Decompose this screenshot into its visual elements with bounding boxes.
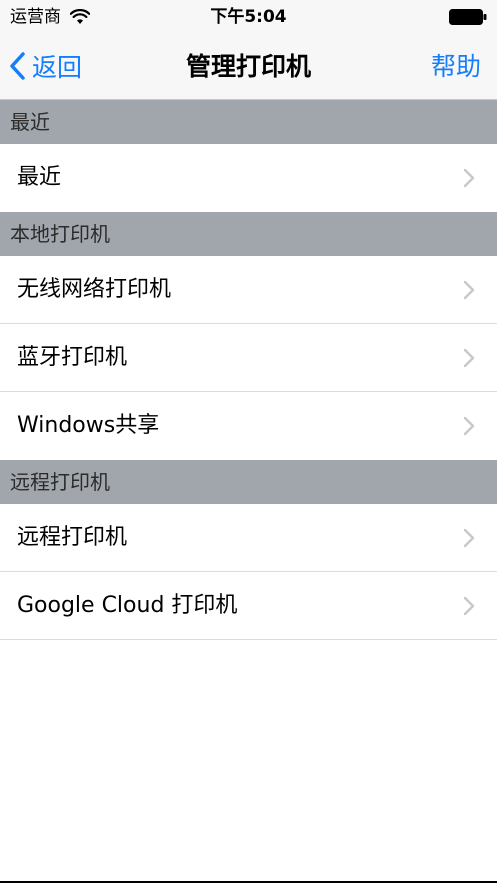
chevron-right-icon: [463, 416, 475, 436]
section-header-recent: 最近: [0, 100, 497, 144]
list-item-bluetooth-printer[interactable]: 蓝牙打印机: [0, 324, 497, 392]
printer-list: 最近 最近 本地打印机 无线网络打印机 蓝牙打印机 Windows共享 远程打印…: [0, 100, 497, 640]
list-item-label: Windows共享: [17, 413, 160, 438]
list-item-recent[interactable]: 最近: [0, 144, 497, 212]
list-item-label: 远程打印机: [17, 525, 128, 550]
list-item-label: Google Cloud 打印机: [17, 593, 238, 618]
list-item-google-cloud-printer[interactable]: Google Cloud 打印机: [0, 572, 497, 640]
page-title: 管理打印机: [185, 52, 311, 81]
chevron-right-icon: [463, 168, 475, 188]
help-button[interactable]: 帮助: [431, 52, 481, 82]
section-header-remote-printers: 远程打印机: [0, 460, 497, 504]
list-item-label: 蓝牙打印机: [17, 345, 128, 370]
chevron-right-icon: [463, 528, 475, 548]
battery-icon: [449, 9, 487, 25]
list-item-remote-printer[interactable]: 远程打印机: [0, 504, 497, 572]
navigation-bar: 返回 管理打印机 帮助: [0, 34, 497, 100]
status-time: 下午5:04: [210, 7, 287, 27]
list-item-wifi-printer[interactable]: 无线网络打印机: [0, 256, 497, 324]
list-item-label: 无线网络打印机: [17, 277, 172, 302]
section-header-local-printers: 本地打印机: [0, 212, 497, 256]
chevron-right-icon: [463, 280, 475, 300]
chevron-right-icon: [463, 348, 475, 368]
status-bar: 运营商 下午5:04: [0, 0, 497, 34]
list-item-label: 最近: [17, 165, 62, 190]
chevron-right-icon: [463, 596, 475, 616]
list-item-windows-share[interactable]: Windows共享: [0, 392, 497, 460]
